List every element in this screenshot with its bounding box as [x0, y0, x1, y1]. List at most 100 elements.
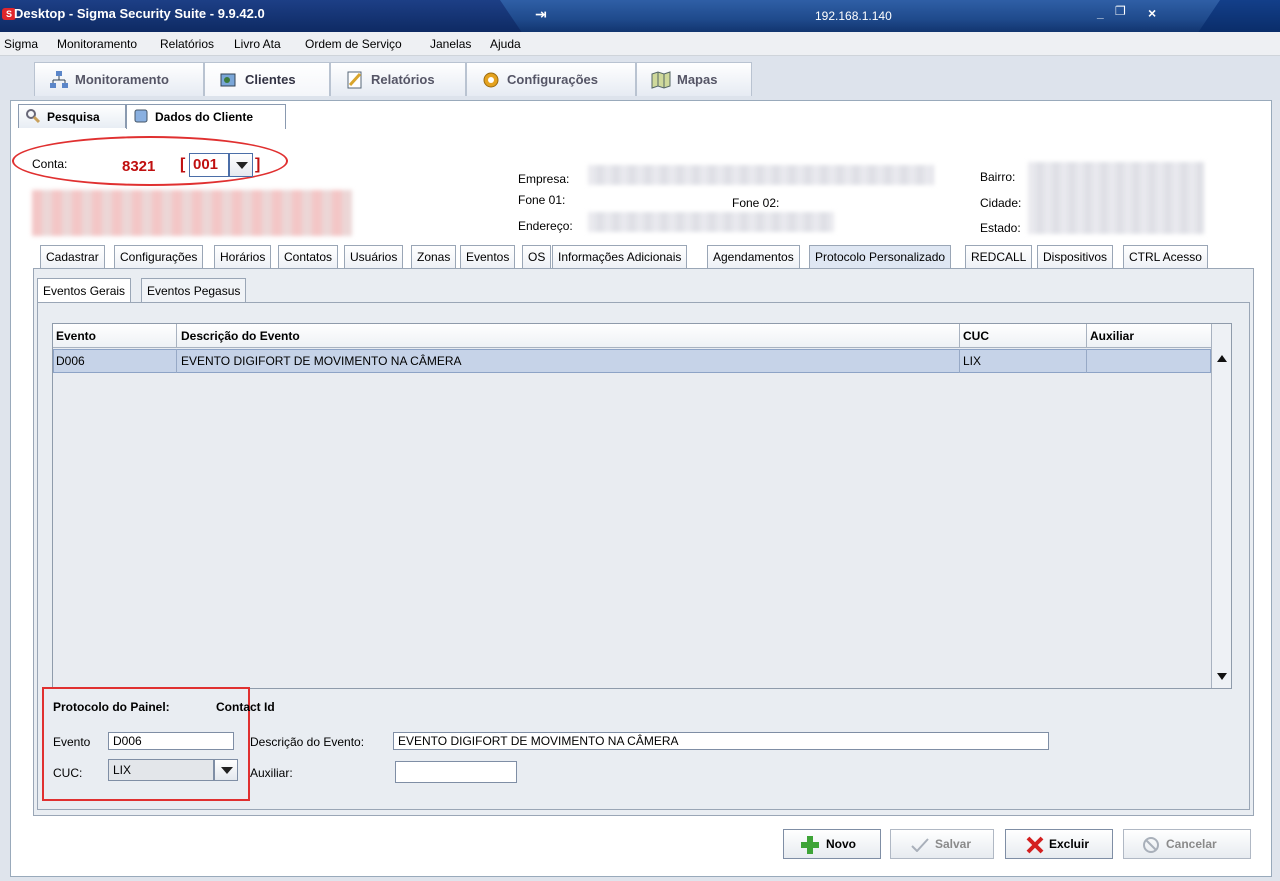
tab-label: Pesquisa	[47, 110, 100, 124]
blurred-address-block	[1028, 162, 1204, 234]
tab-label: Dados do Cliente	[155, 110, 254, 124]
bracket-close: ]	[255, 156, 261, 173]
scroll-down-button[interactable]	[1213, 669, 1230, 686]
cidade-label: Cidade:	[980, 196, 1022, 210]
descricao-input[interactable]: EVENTO DIGIFORT DE MOVIMENTO NA CÂMERA	[393, 732, 1049, 750]
menu-sigma[interactable]: Sigma	[4, 37, 38, 51]
empresa-label: Empresa:	[518, 172, 570, 186]
client-data-icon	[134, 109, 148, 123]
partition-dropdown-button[interactable]	[229, 153, 253, 177]
cell-descricao: EVENTO DIGIFORT DE MOVIMENTO NA CÂMERA	[181, 354, 462, 368]
cancelar-button[interactable]: Cancelar	[1123, 829, 1251, 859]
menu-janelas[interactable]: Janelas	[430, 37, 471, 51]
tab-contatos[interactable]: Contatos	[278, 245, 339, 268]
tab-cadastrar[interactable]: Cadastrar	[40, 245, 105, 268]
tab-agendamentos[interactable]: Agendamentos	[707, 245, 800, 268]
evento-input[interactable]: D006	[108, 732, 234, 750]
menu-livro-ata[interactable]: Livro Ata	[234, 37, 281, 51]
tab-label: Relatórios	[371, 72, 435, 87]
close-button[interactable]: ×	[1148, 5, 1156, 21]
fone1-label: Fone 01:	[518, 193, 566, 207]
map-icon	[651, 71, 671, 89]
menu-bar: Sigma Monitoramento Relatórios Livro Ata…	[0, 32, 1280, 56]
tab-ctrl-acesso[interactable]: CTRL Acesso	[1123, 245, 1208, 268]
endereco-label: Endereço:	[518, 219, 573, 233]
cuc-label: CUC:	[53, 766, 83, 780]
tab-configuracoes-cliente[interactable]: Configurações	[114, 245, 204, 268]
network-icon	[50, 71, 68, 88]
chevron-down-icon	[236, 162, 248, 169]
conta-label: Conta:	[32, 157, 68, 171]
novo-button[interactable]: Novo	[783, 829, 881, 859]
cancel-icon	[1143, 837, 1159, 853]
excluir-button[interactable]: Excluir	[1005, 829, 1113, 859]
arrow-up-icon	[1216, 355, 1227, 362]
col-header-auxiliar[interactable]: Auxiliar	[1090, 329, 1134, 343]
arrow-down-icon	[1216, 673, 1227, 680]
tab-eventos-gerais[interactable]: Eventos Gerais	[37, 278, 132, 302]
tab-mapas[interactable]: Mapas	[636, 62, 752, 96]
menu-ajuda[interactable]: Ajuda	[490, 37, 521, 51]
tab-configuracoes[interactable]: Configurações	[466, 62, 636, 96]
tab-os[interactable]: OS	[522, 245, 552, 268]
auxiliar-input[interactable]	[395, 761, 517, 783]
tab-protocolo-personalizado[interactable]: Protocolo Personalizado	[809, 245, 952, 268]
menu-relatorios[interactable]: Relatórios	[160, 37, 214, 51]
evento-label: Evento	[53, 735, 91, 749]
tab-informacoes-adicionais[interactable]: Informações Adicionais	[552, 245, 688, 268]
scroll-up-button[interactable]	[1213, 351, 1230, 368]
protocolo-label: Protocolo do Painel:	[53, 700, 170, 714]
tab-label: Configurações	[507, 72, 599, 87]
table-scrollbar[interactable]	[1211, 324, 1231, 688]
tab-label: Monitoramento	[75, 72, 169, 87]
partition-value: 001	[193, 156, 219, 173]
descricao-label: Descrição do Evento:	[250, 735, 365, 749]
tab-relatorios[interactable]: Relatórios	[330, 62, 466, 96]
blurred-empresa	[588, 165, 934, 185]
cuc-select[interactable]: LIX	[108, 759, 214, 781]
bairro-label: Bairro:	[980, 170, 1016, 184]
tab-zonas[interactable]: Zonas	[411, 245, 457, 268]
tab-label: Clientes	[245, 72, 296, 87]
search-icon	[26, 109, 41, 124]
blurred-client-name	[32, 190, 352, 236]
tab-dados-cliente[interactable]: Dados do Cliente	[126, 104, 286, 129]
tab-dispositivos[interactable]: Dispositivos	[1037, 245, 1114, 268]
menu-monitoramento[interactable]: Monitoramento	[57, 37, 137, 51]
tab-label: Mapas	[677, 72, 718, 87]
events-table	[52, 323, 1232, 689]
cell-evento: D006	[56, 354, 85, 368]
reports-icon	[347, 71, 362, 89]
tab-eventos-pegasus[interactable]: Eventos Pegasus	[141, 278, 247, 302]
restore-button[interactable]: ❐	[1115, 4, 1126, 18]
tab-redcall[interactable]: REDCALL	[965, 245, 1033, 268]
plus-icon	[801, 836, 819, 854]
window-title: Desktop - Sigma Security Suite - 9.9.42.…	[14, 6, 265, 21]
protocolo-value: Contact Id	[216, 700, 275, 714]
remote-ip-label: 192.168.1.140	[815, 9, 892, 23]
col-header-cuc[interactable]: CUC	[963, 329, 989, 343]
fone2-label: Fone 02:	[732, 196, 780, 210]
pin-icon[interactable]: ⇥	[535, 6, 547, 23]
col-header-evento[interactable]: Evento	[56, 329, 96, 343]
bracket-open: [	[180, 156, 186, 173]
minimize-button[interactable]: _	[1097, 6, 1104, 20]
tab-eventos[interactable]: Eventos	[460, 245, 516, 268]
col-header-descricao[interactable]: Descrição do Evento	[181, 329, 300, 343]
estado-label: Estado:	[980, 221, 1021, 235]
auxiliar-label: Auxiliar:	[250, 766, 293, 780]
menu-ordem-servico[interactable]: Ordem de Serviço	[305, 37, 402, 51]
tab-clientes[interactable]: Clientes	[204, 62, 330, 96]
tab-horarios[interactable]: Horários	[214, 245, 272, 268]
check-icon	[911, 838, 929, 852]
tab-usuarios[interactable]: Usuários	[344, 245, 404, 268]
clients-icon	[220, 73, 236, 87]
delete-x-icon	[1026, 836, 1044, 854]
cuc-dropdown-button[interactable]	[214, 759, 238, 781]
cell-cuc: LIX	[963, 354, 982, 368]
tab-monitoramento[interactable]: Monitoramento	[34, 62, 204, 96]
chevron-down-icon	[221, 767, 233, 774]
salvar-button[interactable]: Salvar	[890, 829, 994, 859]
tab-pesquisa[interactable]: Pesquisa	[18, 104, 126, 128]
conta-number: 8321	[122, 158, 156, 175]
